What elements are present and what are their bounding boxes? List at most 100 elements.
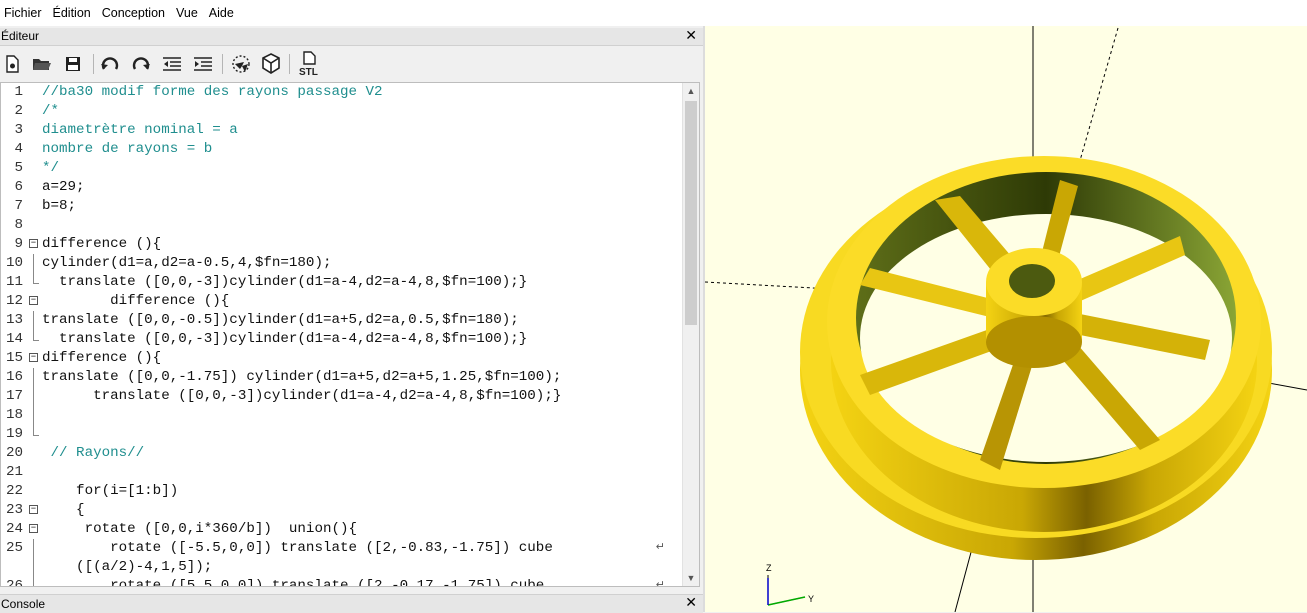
fold-guide [33,254,34,273]
code-line[interactable]: 5 */ [1,159,685,178]
code-line[interactable]: 20 // Rayons// [1,444,685,463]
menu-aide[interactable]: Aide [205,6,241,20]
menu-fichier[interactable]: Fichier [0,6,49,20]
code-text: translate ([0,0,-3])cylinder(d1=a-4,d2=a… [42,331,528,347]
fold-guide [33,577,34,586]
fold-guide [33,330,34,340]
line-wrap-icon: ↵ [655,580,665,587]
code-text: difference (){ [42,293,230,309]
editor-close-button[interactable]: ✕ [685,27,697,44]
code-line[interactable]: 7 b=8; [1,197,685,216]
line-number: 20 [5,445,23,461]
preview-icon[interactable] [229,52,253,76]
line-number: 8 [14,217,23,233]
code-text: ([(a/2)-4,1,5]); [42,559,213,575]
fold-toggle-icon[interactable]: − [29,505,38,514]
code-line[interactable]: 14 translate ([0,0,-3])cylinder(d1=a-4,d… [1,330,685,349]
scroll-down-arrow-icon[interactable]: ▼ [683,570,699,586]
fold-end [33,283,39,284]
code-line[interactable]: 19 [1,425,685,444]
code-line[interactable]: 3 diametrètre nominal = a [1,121,685,140]
code-text: { [42,502,85,518]
new-file-icon[interactable] [0,52,24,76]
code-line[interactable]: 26 rotate ([5.5,0,0]) translate ([2,-0.1… [1,577,685,587]
code-text: for(i=[1:b]) [42,483,179,499]
scrollbar-thumb[interactable] [685,101,697,325]
code-text: translate ([0,0,-3])cylinder(d1=a-4,d2=a… [42,274,528,290]
code-line[interactable]: 23− { [1,501,685,520]
code-line[interactable]: 2 /* [1,102,685,121]
menu-vue[interactable]: Vue [172,6,205,20]
line-number: 19 [5,426,23,442]
code-line[interactable]: 10 cylinder(d1=a,d2=a-0.5,4,$fn=180); [1,254,685,273]
indent-icon[interactable] [191,52,215,76]
fold-toggle-icon[interactable]: − [29,524,38,533]
code-line[interactable]: 25 rotate ([-5.5,0,0]) translate ([2,-0.… [1,539,685,558]
editor-dock-title: Éditeur ✕ [0,27,703,46]
menu-edition[interactable]: Édition [49,6,98,20]
fold-guide [33,558,34,577]
code-line[interactable]: 17 translate ([0,0,-3])cylinder(d1=a-4,d… [1,387,685,406]
fold-toggle-icon[interactable]: − [29,239,38,248]
line-number: 11 [5,274,23,290]
console-close-button[interactable]: ✕ [685,594,697,611]
code-line[interactable]: 1 //ba30 modif forme des rayons passage V… [1,83,685,102]
fold-end [33,435,39,436]
open-file-icon[interactable] [30,52,54,76]
menu-conception[interactable]: Conception [98,6,172,20]
line-number: 10 [5,255,23,271]
line-number: 6 [14,179,23,195]
code-line[interactable]: 22 for(i=[1:b]) [1,482,685,501]
code-line[interactable]: 8 [1,216,685,235]
line-number: 1 [14,84,23,100]
toolbar-separator [289,54,290,74]
3d-viewport[interactable]: Z Y [705,26,1307,612]
undo-icon[interactable] [98,52,122,76]
export-stl-label: STL [299,67,318,77]
code-line[interactable]: 13 translate ([0,0,-0.5])cylinder(d1=a+5,… [1,311,685,330]
line-number: 22 [5,483,23,499]
line-number: 13 [5,312,23,328]
code-text: translate ([0,0,-3])cylinder(d1=a-4,d2=a… [42,388,562,404]
gizmo-y-axis [767,596,806,606]
fold-guide [33,406,34,425]
export-stl-icon[interactable]: STL [296,51,322,77]
fold-toggle-icon[interactable]: − [29,353,38,362]
code-text: nombre de rayons = b [42,141,213,157]
editor-toolbar: STL [0,46,703,82]
toolbar-separator [93,54,94,74]
code-text: diametrètre nominal = a [42,122,238,138]
scroll-up-arrow-icon[interactable]: ▲ [683,83,699,99]
fold-toggle-icon[interactable]: − [29,296,38,305]
code-line[interactable]: 11 translate ([0,0,-3])cylinder(d1=a-4,d… [1,273,685,292]
editor-vertical-scrollbar[interactable]: ▲ ▼ [682,83,699,586]
code-line[interactable]: 9− difference (){ [1,235,685,254]
line-number: 4 [14,141,23,157]
redo-icon[interactable] [129,52,153,76]
code-text: translate ([0,0,-1.75]) cylinder(d1=a+5,… [42,369,562,385]
line-number: 21 [5,464,23,480]
code-line[interactable]: 15− difference (){ [1,349,685,368]
code-line[interactable]: ([(a/2)-4,1,5]); [1,558,685,577]
code-line[interactable]: 12− difference (){ [1,292,685,311]
gizmo-z-label: Z [766,563,772,573]
console-dock-title: Console ✕ [0,594,703,613]
line-number: 5 [14,160,23,176]
code-text: */ [42,160,60,176]
unindent-icon[interactable] [160,52,184,76]
code-line[interactable]: 18 [1,406,685,425]
code-line[interactable]: 6 a=29; [1,178,685,197]
render-icon[interactable] [259,52,283,76]
fold-guide [33,425,34,435]
save-icon[interactable] [61,52,85,76]
code-text: difference (){ [42,236,162,252]
code-line[interactable]: 24− rotate ([0,0,i*360/b]) union(){ [1,520,685,539]
code-line[interactable]: 21 [1,463,685,482]
line-number: 12 [5,293,23,309]
editor-title-label: Éditeur [1,29,40,43]
code-line[interactable]: 16 translate ([0,0,-1.75]) cylinder(d1=a+… [1,368,685,387]
line-number: 14 [5,331,23,347]
code-line[interactable]: 4 nombre de rayons = b [1,140,685,159]
code-editor[interactable]: 1 //ba30 modif forme des rayons passage V… [0,82,700,587]
line-number: 7 [14,198,23,214]
